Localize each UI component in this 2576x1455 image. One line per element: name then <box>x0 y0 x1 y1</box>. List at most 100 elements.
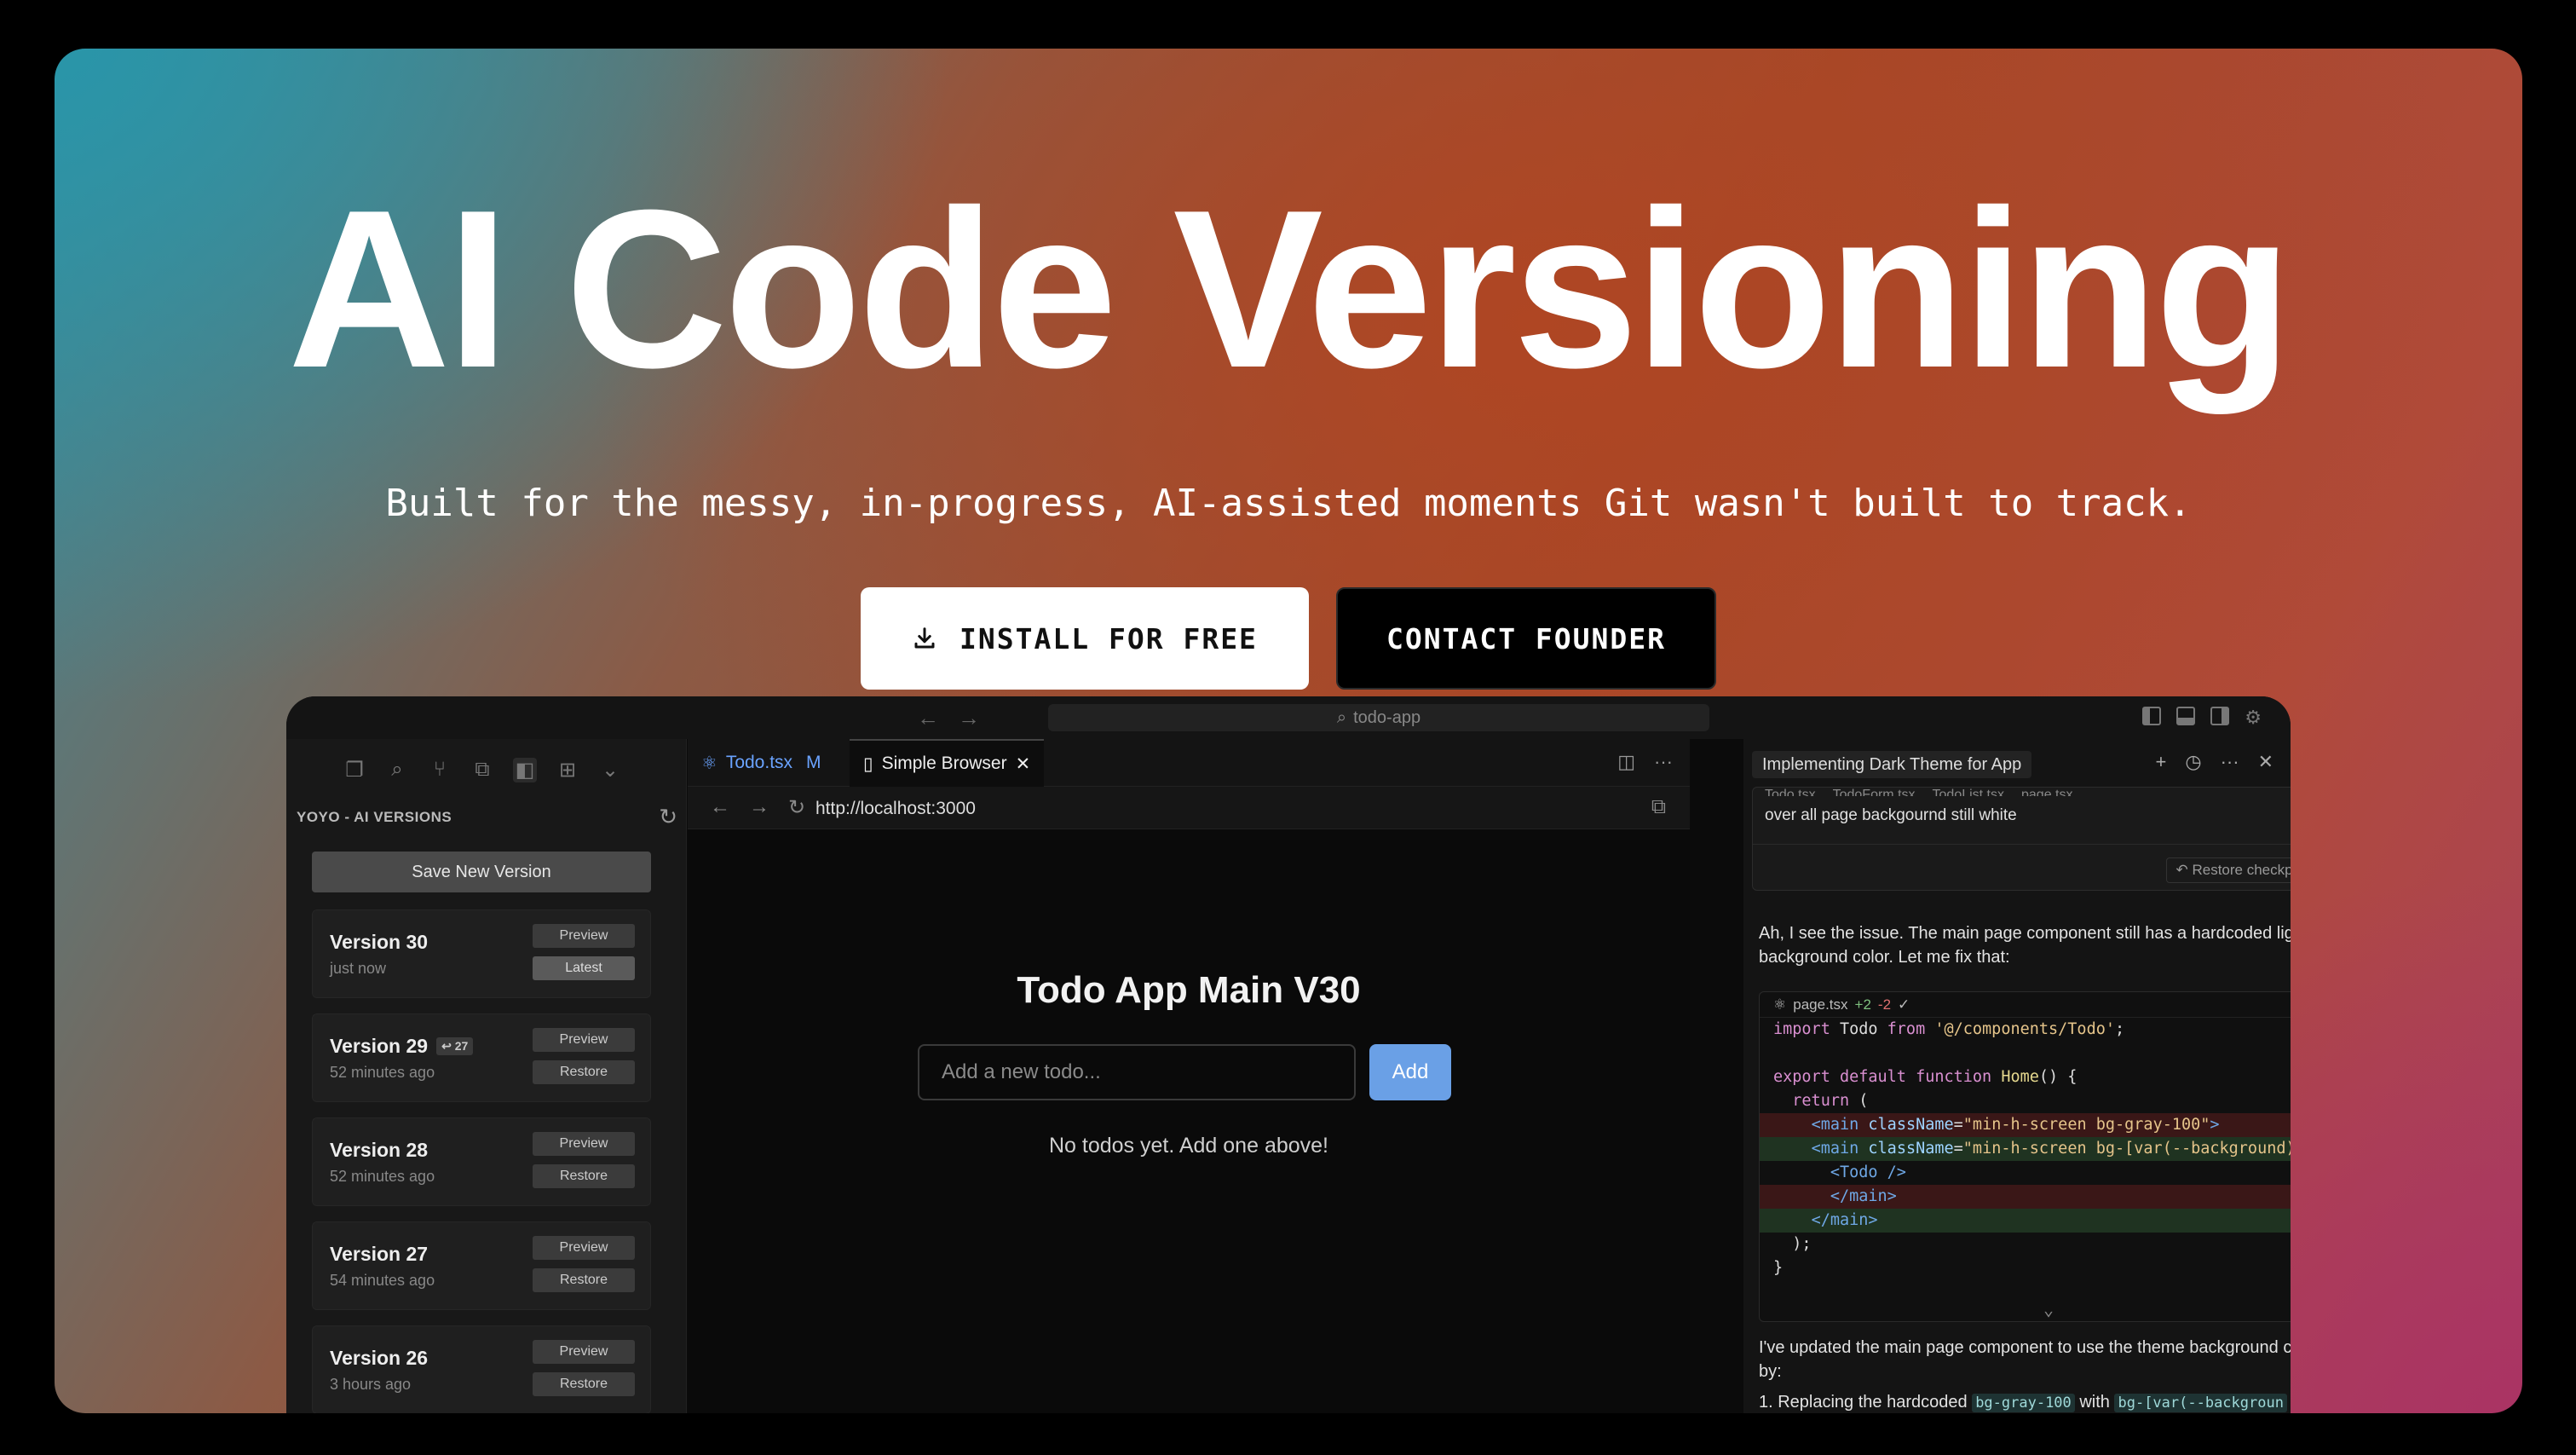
chevron-down-icon[interactable]: ⌄ <box>598 758 622 782</box>
chat-actions: + ◷ ··· ✕ <box>2156 751 2273 773</box>
preview-button[interactable]: Preview <box>533 1236 635 1260</box>
file-chip[interactable]: Todo.tsx <box>1765 788 1816 796</box>
url-input[interactable]: http://localhost:3000 <box>815 799 976 819</box>
code-line: import Todo from '@/components/Todo'; <box>1773 1020 2125 1038</box>
more-icon[interactable]: ··· <box>2221 751 2239 773</box>
tab-simple-browser[interactable]: ▯ Simple Browser ✕ <box>850 739 1045 787</box>
gear-icon[interactable]: ⚙ <box>2245 707 2262 729</box>
title-bar: ← → ⌕ todo-app ⚙ <box>286 696 2291 739</box>
version-card[interactable]: Version 27 54 minutes ago Preview Restor… <box>312 1221 651 1310</box>
url-bar: ← → ↻ http://localhost:3000 ⧉ <box>688 787 1690 829</box>
sidebar-heading: YOYO - AI VERSIONS <box>297 809 452 825</box>
lines-added: +2 <box>1854 996 1871 1013</box>
search-icon: ⌕ <box>1336 707 1347 727</box>
back-arrow-icon[interactable]: ← <box>917 705 939 731</box>
version-time: 54 minutes ago <box>330 1272 435 1289</box>
plus-icon[interactable]: + <box>2156 751 2167 773</box>
apps-icon[interactable]: ⊞ <box>556 758 579 782</box>
extensions-icon[interactable]: ⧉ <box>470 758 494 782</box>
tab-label: Simple Browser <box>881 753 1007 773</box>
download-icon <box>914 627 935 649</box>
new-todo-input[interactable]: Add a new todo... <box>918 1044 1356 1100</box>
source-control-icon[interactable]: ⑂ <box>428 758 452 782</box>
versions-icon[interactable]: ◧ <box>513 758 537 782</box>
explorer-icon[interactable]: ❐ <box>343 758 366 782</box>
file-chip[interactable]: TodoList.tsx <box>1933 788 2004 796</box>
tab-label: Todo.tsx <box>725 753 793 772</box>
contact-label: CONTACT FOUNDER <box>1386 621 1666 655</box>
modified-indicator: M <box>806 753 821 772</box>
more-icon[interactable]: ··· <box>1654 751 1673 773</box>
reload-icon[interactable]: ↻ <box>788 795 805 820</box>
code-file-name[interactable]: page.tsx <box>1793 996 1847 1013</box>
divider <box>1753 844 2291 845</box>
user-message-text: over all page backgournd still white <box>1765 806 2017 824</box>
code-line: ); <box>1773 1235 1812 1253</box>
url-nav: ← → ↻ <box>710 795 805 820</box>
history-icon[interactable]: ◷ <box>2185 751 2201 773</box>
file-chip[interactable]: page.tsx <box>2021 788 2072 796</box>
preview-button[interactable]: Preview <box>533 1028 635 1052</box>
undo-icon: ↶ <box>2175 862 2188 878</box>
hero-section: AI Code Versioning Built for the messy, … <box>55 49 2522 1413</box>
user-message: Todo.tsx TodoForm.tsx TodoList.tsx page.… <box>1752 787 2291 891</box>
add-todo-button[interactable]: Add <box>1369 1044 1451 1100</box>
file-chip[interactable]: TodoForm.tsx <box>1833 788 1916 796</box>
split-editor-icon[interactable]: ◫ <box>1617 751 1635 773</box>
version-card[interactable]: Version 30 just now Preview Latest <box>312 909 651 998</box>
toggle-secondary-sidebar-icon[interactable] <box>2210 707 2230 725</box>
restore-button[interactable]: Restore <box>533 1268 635 1292</box>
restore-button[interactable]: Restore <box>533 1060 635 1084</box>
chevron-down-icon[interactable]: ⌄ <box>1760 1299 2291 1319</box>
code-line: <Todo /> <box>1830 1163 1906 1181</box>
close-icon[interactable]: ✕ <box>2258 751 2273 773</box>
install-button[interactable]: INSTALL FOR FREE <box>861 587 1309 690</box>
version-name: Version 26 <box>330 1347 429 1369</box>
preview-button[interactable]: Preview <box>533 924 635 948</box>
toggle-sidebar-icon[interactable] <box>2142 707 2162 725</box>
version-card[interactable]: Version 29 ↩ 27 52 minutes ago Preview R… <box>312 1013 651 1102</box>
restore-checkpoint-button[interactable]: ↶ Restore checkpoint <box>2166 857 2291 883</box>
inline-code: bg-[var(--backgroun <box>2114 1394 2287 1412</box>
forward-arrow-icon[interactable]: → <box>749 795 769 820</box>
contact-founder-button[interactable]: CONTACT FOUNDER <box>1336 587 1716 690</box>
preview-button[interactable]: Preview <box>533 1340 635 1364</box>
back-arrow-icon[interactable]: ← <box>710 795 730 820</box>
code-line-added: </main> <box>1760 1209 2291 1233</box>
version-name: Version 28 <box>330 1139 429 1161</box>
latest-button[interactable]: Latest <box>533 956 635 980</box>
restore-button[interactable]: Restore <box>533 1164 635 1188</box>
toggle-panel-icon[interactable] <box>2176 707 2196 725</box>
open-external-icon[interactable]: ⧉ <box>1651 795 1666 819</box>
forward-arrow-icon[interactable]: → <box>958 705 980 731</box>
version-card[interactable]: Version 26 3 hours ago Preview Restore <box>312 1325 651 1413</box>
todo-app-title: Todo App Main V30 <box>1017 969 1361 1011</box>
version-name: Version 29 <box>330 1035 429 1057</box>
refresh-icon[interactable]: ↻ <box>659 804 677 830</box>
command-search[interactable]: ⌕ todo-app <box>1048 704 1709 731</box>
code-line: } <box>1773 1259 1784 1277</box>
save-new-version-button[interactable]: Save New Version <box>312 852 651 892</box>
summary-item-text: 1. Replacing the hardcoded <box>1759 1393 1968 1412</box>
page-subtitle: Built for the messy, in-progress, AI-ass… <box>385 482 2192 525</box>
preview-button[interactable]: Preview <box>533 1132 635 1156</box>
react-icon: ⚛ <box>1773 996 1787 1013</box>
summary-item-text: with <box>2079 1393 2110 1412</box>
close-icon[interactable]: ✕ <box>1016 753 1031 775</box>
code-diff-header: ⚛ page.tsx +2 -2 ✓ <box>1760 992 2291 1018</box>
inline-code: bg-gray-100 <box>1972 1394 2075 1412</box>
restored-from-badge: ↩ 27 <box>436 1037 474 1055</box>
code-line: export default function Home() { <box>1773 1068 2078 1086</box>
summary-item: 1. Replacing the hardcoded bg-gray-100 w… <box>1759 1390 2291 1413</box>
activity-bar: ❐ ⌕ ⑂ ⧉ ◧ ⊞ ⌄ <box>343 758 622 782</box>
editor-area: ⚛ Todo.tsx M ▯ Simple Browser ✕ ◫ ··· ← … <box>688 739 1690 1413</box>
editor-actions: ◫ ··· <box>1617 751 1673 773</box>
version-card[interactable]: Version 28 52 minutes ago Preview Restor… <box>312 1117 651 1206</box>
version-time: 52 minutes ago <box>330 1168 435 1185</box>
tab-todo-tsx[interactable]: ⚛ Todo.tsx M <box>688 739 835 787</box>
chat-title[interactable]: Implementing Dark Theme for App <box>1752 751 2032 778</box>
search-icon[interactable]: ⌕ <box>385 758 409 782</box>
restore-checkpoint-label: Restore checkpoint <box>2192 862 2291 878</box>
restore-button[interactable]: Restore <box>533 1372 635 1396</box>
version-name: Version 30 <box>330 931 429 953</box>
